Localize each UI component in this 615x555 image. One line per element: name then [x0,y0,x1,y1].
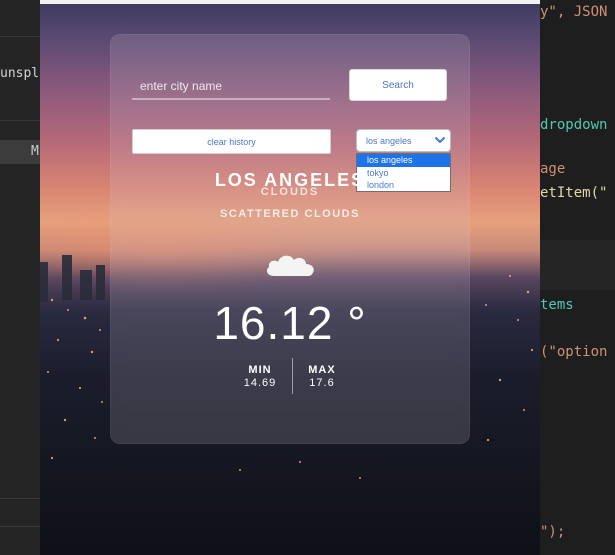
cloud-icon [266,255,314,276]
weather-main: CLOUDS [260,186,320,198]
divider [0,526,40,527]
max-label: MAX [308,364,336,376]
min-label: MIN [248,364,272,376]
editor-tab-label: M [31,144,39,159]
search-button[interactable]: Search [349,69,447,101]
divider [0,120,40,121]
divider [0,36,40,37]
weather-card: Search clear history los angeles los ang… [110,34,470,444]
max-temp-block: MAX 17.6 [292,364,352,389]
city-search-input[interactable] [132,74,330,100]
city-history-select[interactable]: los angeles [356,129,451,152]
editor-text: unspla [0,66,40,81]
code-line: tems [540,297,574,313]
editor-right-panel: y", JSON dropdown age etItem(" tems ("op… [540,0,615,555]
code-line: "); [540,524,566,540]
select-value: los angeles [366,135,412,146]
min-temp-block: MIN 14.69 [230,364,290,389]
max-value: 17.6 [309,377,335,389]
editor-line-highlight [540,240,615,290]
min-value: 14.69 [243,377,277,389]
clear-history-button[interactable]: clear history [132,129,331,154]
weather-description: SCATTERED CLOUDS [220,208,360,220]
code-line: age [540,161,566,177]
app-window: Search clear history los angeles los ang… [40,0,540,555]
code-line: dropdown [540,117,608,133]
editor-left-panel: unspla M [0,0,40,555]
divider [0,498,40,499]
dropdown-option-los-angeles[interactable]: los angeles [357,154,450,167]
editor-tab[interactable]: M [0,140,40,164]
code-line: y", JSON [540,4,608,20]
chevron-down-icon [435,137,445,143]
temperature: 16.12 ° [213,297,367,349]
code-line: ("option [540,344,608,360]
code-line: etItem(" [540,185,608,201]
